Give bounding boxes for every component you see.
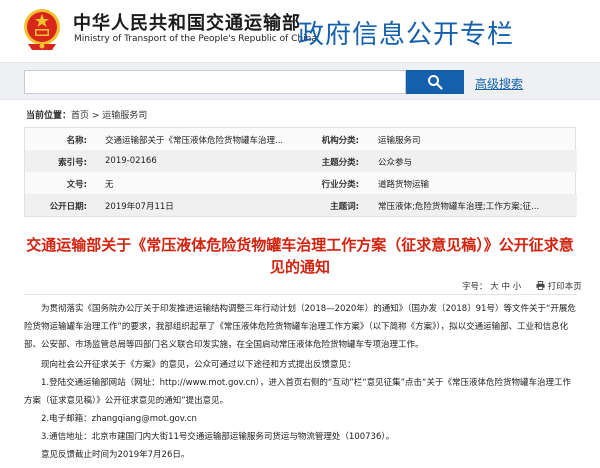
advanced-search-link[interactable]: 高级搜索 [475,75,523,92]
document-title: 交通运输部关于《常压液体危险货物罐车治理工作方案（征求意见稿）》公开征求意见的通… [26,236,574,276]
national-emblem-icon [24,9,60,50]
metadata-row: 名称: 交通运输部关于《常压液体危险货物罐车治理... 机构分类: 运输服务司 [25,128,577,150]
metadata-key: 行业分类: [321,180,359,190]
metadata-value: 无 [105,180,114,190]
metadata-key: 主题分类: [321,158,359,168]
metadata-value: 2019年07月11日 [105,202,174,212]
print-label: 打印本页 [547,282,582,292]
breadcrumb-home-link[interactable]: 首页 [71,111,89,121]
metadata-row: 文号: 无 行业分类: 道路货物运输 [25,172,577,194]
search-input[interactable] [24,70,406,94]
print-button[interactable]: 打印本页 [536,280,582,292]
metadata-value: 交通运输部关于《常压液体危险货物罐车治理... [105,136,284,146]
metadata-key: 文号: [66,180,87,190]
breadcrumb-separator: > [89,111,103,121]
metadata-row: 公开日期: 2019年07月11日 主题词: 常压液体;危险货物罐车治理;工作方… [25,194,577,216]
body-paragraph: 3.通信地址：北京市建国门内大街11号交通运输部运输服务司货运与物流管理处（10… [24,432,395,442]
metadata-value: 2019-02166 [105,156,157,166]
font-size-selector: 字号： 大 中 小 [462,280,521,292]
site-header: 中华人民共和国交通运输部 Ministry of Transport of th… [0,0,600,62]
body-paragraph: 1.登陆交通运输部网站（网址：http://www.mot.gov.cn），进入… [24,378,571,406]
font-size-small-button[interactable]: 小 [513,282,522,292]
metadata-key: 公开日期: [49,202,87,212]
column-title: 政府信息公开专栏 [298,20,515,50]
metadata-value: 常压液体;危险货物罐车治理;工作方案;征... [378,202,540,212]
metadata-key: 机构分类: [321,136,359,146]
font-size-medium-button[interactable]: 中 [501,282,510,292]
metadata-key: 名称: [66,136,87,146]
body-paragraph: 为贯彻落实《国务院办公厅关于印发推进运输结构调整三年行动计划（2018—2020… [24,304,576,350]
body-paragraph: 意见反馈截止时间为2019年7月26日。 [24,450,190,460]
search-button[interactable] [406,70,464,94]
ministry-name-en: Ministry of Transport of the People's Re… [74,34,317,44]
printer-icon [536,281,545,290]
breadcrumb-current-link[interactable]: 运输服务司 [102,111,147,121]
metadata-row: 索引号: 2019-02166 主题分类: 公众参与 [25,150,577,172]
breadcrumb: 当前位置：首页 > 运输服务司 [26,108,147,121]
body-paragraph: 现向社会公开征求关于《方案》的意见，公众可通过以下途径和方式提出反馈意见： [24,360,356,370]
metadata-key: 索引号: [58,158,87,168]
metadata-value: 运输服务司 [378,136,421,146]
font-size-large-button[interactable]: 大 [490,282,499,292]
metadata-key: 主题词: [330,202,359,212]
document-metadata-table: 名称: 交通运输部关于《常压液体危险货物罐车治理... 机构分类: 运输服务司 … [24,127,577,217]
body-paragraph: 2.电子邮箱：zhangqiang@mot.gov.cn [24,414,197,424]
metadata-value: 道路货物运输 [378,180,430,190]
metadata-value: 公众参与 [378,158,413,168]
ministry-name-cn: 中华人民共和国交通运输部 [73,13,301,34]
breadcrumb-label: 当前位置： [26,111,72,121]
document-tools: 字号： 大 中 小 打印本页 [24,279,582,295]
font-size-label: 字号： [462,282,488,292]
search-icon [428,75,443,90]
search-bar: 高级搜索 [0,62,600,100]
